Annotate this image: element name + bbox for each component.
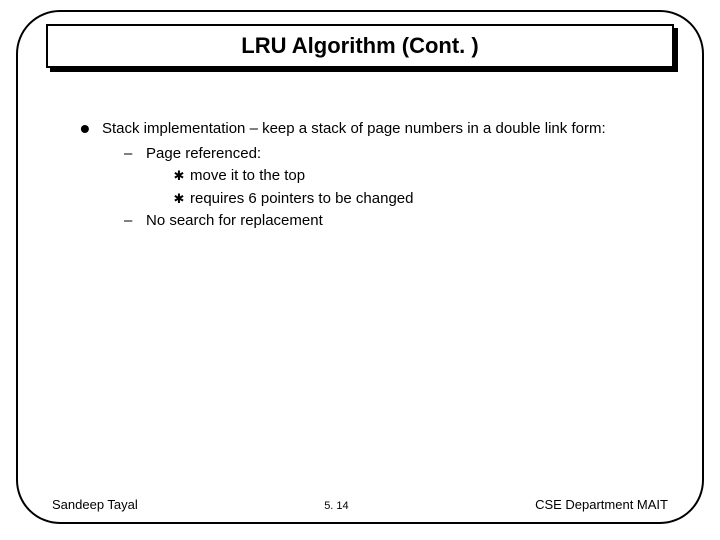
footer-page-number: 5. 14 (324, 500, 348, 512)
bullet-dot-icon: • (80, 118, 102, 141)
footer: Sandeep Tayal 5. 14 CSE Department MAIT (52, 497, 668, 512)
bullet-text: requires 6 pointers to be changed (190, 188, 413, 211)
footer-author: Sandeep Tayal (52, 497, 138, 512)
dash-icon: – (124, 143, 146, 166)
title-box: LRU Algorithm (Cont. ) (46, 24, 674, 68)
bullet-level-3: ✱ requires 6 pointers to be changed (80, 188, 660, 211)
dash-icon: – (124, 210, 146, 233)
bullet-text: Stack implementation – keep a stack of p… (102, 118, 660, 141)
slide-title: LRU Algorithm (Cont. ) (241, 33, 478, 59)
content-area: • Stack implementation – keep a stack of… (80, 118, 660, 233)
title-surface: LRU Algorithm (Cont. ) (46, 24, 674, 68)
bullet-level-2: – Page referenced: (80, 143, 660, 166)
slide: LRU Algorithm (Cont. ) • Stack implement… (0, 0, 720, 540)
rounded-frame (16, 10, 704, 524)
maltese-cross-icon: ✱ (168, 188, 190, 211)
footer-department: CSE Department MAIT (535, 497, 668, 512)
bullet-level-1: • Stack implementation – keep a stack of… (80, 118, 660, 141)
maltese-cross-icon: ✱ (168, 165, 190, 188)
bullet-level-2: – No search for replacement (80, 210, 660, 233)
bullet-text: move it to the top (190, 165, 305, 188)
bullet-text: No search for replacement (146, 210, 323, 233)
bullet-level-3: ✱ move it to the top (80, 165, 660, 188)
bullet-text: Page referenced: (146, 143, 261, 166)
